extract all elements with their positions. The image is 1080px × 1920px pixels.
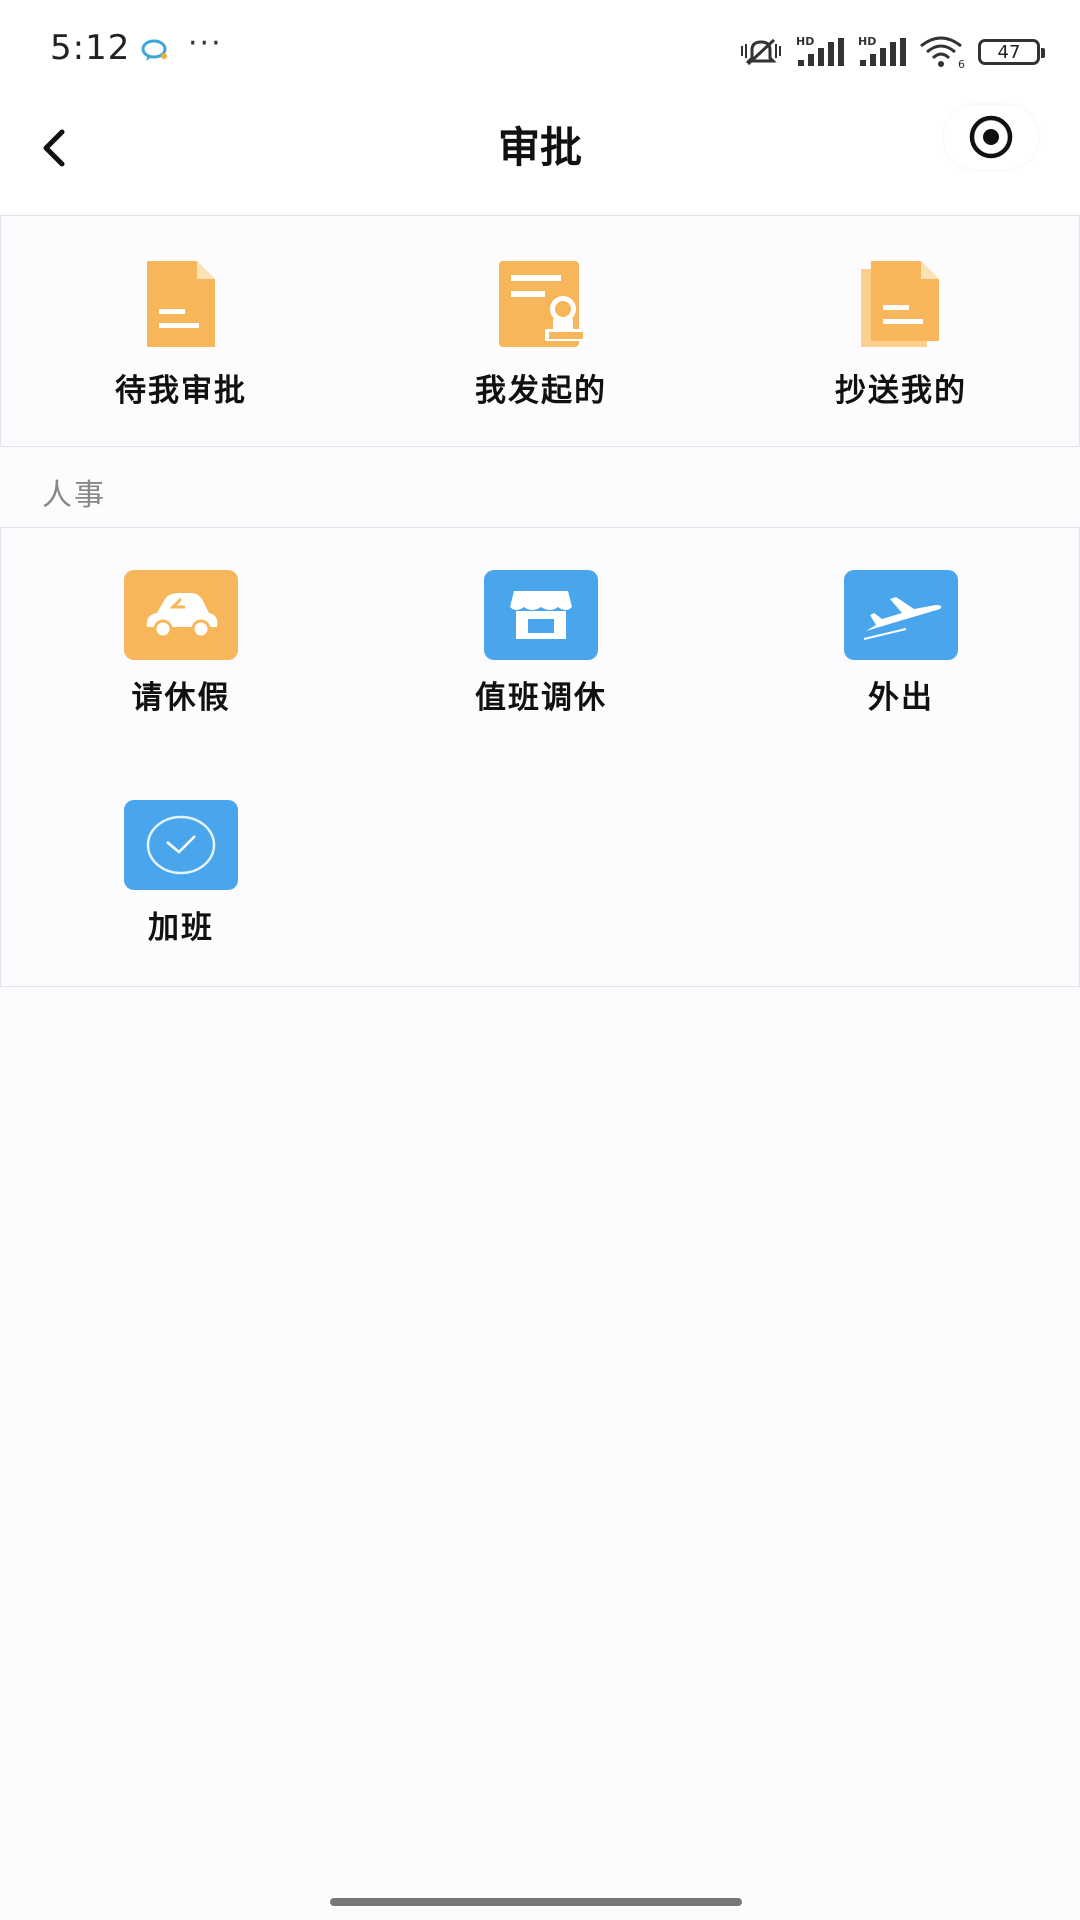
- hr-item-shift[interactable]: 值班调休: [421, 570, 661, 717]
- svg-text:HD: HD: [858, 35, 876, 48]
- quick-action-initiated[interactable]: 我发起的: [421, 259, 661, 410]
- hr-panel: 请休假 值班调休 外出 加班: [0, 527, 1080, 987]
- hr-item-outing[interactable]: 外出: [781, 570, 1021, 717]
- battery-level: 47: [997, 41, 1021, 63]
- document-icon: [147, 261, 215, 347]
- overtime-tile: [124, 800, 238, 890]
- status-bar: 5:12 ··· HD HD 6 47: [0, 0, 1080, 100]
- status-time: 5:12: [50, 28, 131, 68]
- shift-tile: [484, 570, 598, 660]
- svg-text:HD: HD: [796, 35, 814, 48]
- quick-action-label: 我发起的: [475, 373, 607, 409]
- airplane-icon: [863, 597, 942, 640]
- outing-tile: [844, 570, 958, 660]
- hr-item-label: 值班调休: [475, 680, 607, 716]
- copied-documents-icon: [861, 261, 939, 347]
- mute-icon: [741, 38, 781, 66]
- signal-hd-icon-2: HD: [858, 35, 906, 66]
- status-indicators: HD HD 6 47: [738, 32, 1045, 72]
- svg-text:6: 6: [958, 58, 965, 70]
- hr-item-label: 请休假: [131, 680, 231, 716]
- battery-icon: 47: [978, 39, 1045, 65]
- record-button[interactable]: [944, 105, 1038, 169]
- hr-item-label: 加班: [148, 910, 214, 946]
- section-title-hr: 人事: [42, 478, 106, 513]
- quick-action-pending[interactable]: 待我审批: [61, 259, 301, 410]
- hr-item-leave[interactable]: 请休假: [61, 570, 301, 717]
- page-title: 审批: [497, 123, 582, 172]
- target-icon: [969, 115, 1013, 159]
- quick-action-cc[interactable]: 抄送我的: [781, 259, 1021, 410]
- store-icon: [510, 591, 572, 639]
- header: 审批: [0, 100, 1080, 210]
- leave-tile: [124, 570, 238, 660]
- hr-item-label: 外出: [868, 680, 934, 716]
- quick-action-label: 待我审批: [115, 373, 247, 409]
- car-icon: [146, 593, 218, 639]
- clock-icon: [146, 815, 216, 875]
- quick-action-label: 抄送我的: [835, 373, 967, 409]
- message-icon: [140, 38, 170, 68]
- quick-actions-panel: 待我审批 我发起的 抄送我的: [0, 215, 1080, 447]
- home-indicator[interactable]: [330, 1898, 742, 1906]
- document-stamp-icon: [499, 261, 587, 347]
- more-dots-icon: ···: [188, 26, 223, 61]
- wifi-icon: 6: [920, 36, 965, 70]
- signal-hd-icon-1: HD: [796, 35, 844, 66]
- hr-item-overtime[interactable]: 加班: [61, 800, 301, 947]
